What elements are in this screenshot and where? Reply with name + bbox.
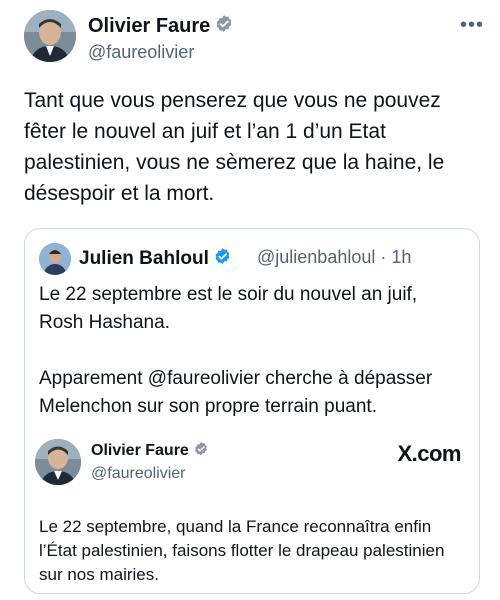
embedded-tweet-image[interactable]: Olivier Faure @faureolivier X.com Le 22 …	[35, 427, 469, 585]
quoted-text-line: Le 22 septembre est le soir du nouvel an…	[39, 284, 418, 305]
author-handle[interactable]: @faureolivier	[88, 42, 194, 63]
more-horizontal-icon[interactable]: •••	[460, 14, 484, 37]
verified-badge-icon	[214, 14, 234, 40]
author-name-text[interactable]: Olivier Faure	[88, 15, 210, 37]
quoted-text-line: Melenchon sur son propre terrain puant.	[39, 396, 377, 417]
author-name[interactable]: Olivier Faure	[88, 14, 234, 40]
author-avatar[interactable]	[24, 10, 76, 62]
tweet-header: Olivier Faure @faureolivier •••	[24, 10, 484, 66]
embedded-author-name-text: Olivier Faure	[91, 442, 189, 459]
embedded-author-handle: @faureolivier	[91, 465, 186, 482]
embedded-tweet-text: Le 22 septembre, quand la France reconna…	[39, 517, 445, 584]
quoted-author-handle-time[interactable]: @julienbahloul · 1h	[257, 247, 411, 268]
verified-badge-icon	[193, 441, 209, 462]
x-com-logo: X.com	[397, 441, 461, 466]
quoted-author-avatar[interactable]	[39, 243, 71, 275]
quoted-text-line: Rosh Hashana.	[39, 312, 170, 333]
quoted-text-line: Apparement @faureolivier cherche à dépas…	[39, 368, 433, 389]
verified-badge-icon	[213, 247, 232, 272]
quoted-author-name-text[interactable]: Julien Bahloul	[79, 248, 209, 269]
tweet-text: Tant que vous penserez que vous ne pouve…	[24, 89, 445, 205]
embedded-author-avatar	[35, 439, 81, 485]
quoted-author-name[interactable]: Julien Bahloul	[79, 247, 232, 272]
quoted-tweet-header: Julien Bahloul @julienbahloul · 1h	[39, 243, 459, 277]
quoted-tweet-card[interactable]: Julien Bahloul @julienbahloul · 1h Le 22…	[24, 228, 480, 594]
embedded-author-name: Olivier Faure	[91, 441, 209, 462]
quoted-tweet-text: Le 22 septembre est le soir du nouvel an…	[39, 281, 469, 421]
